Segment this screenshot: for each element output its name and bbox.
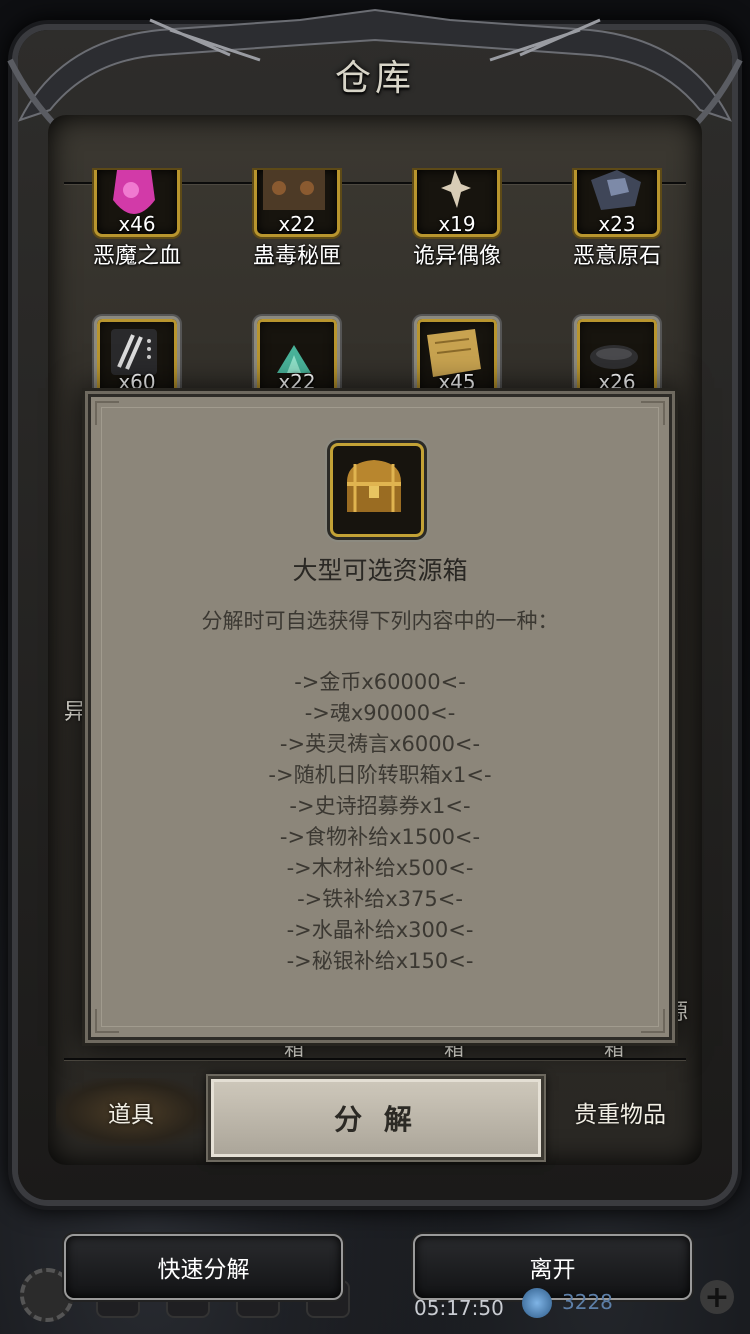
option-item: ->水晶补给x300<-: [286, 918, 474, 942]
leave-button[interactable]: 离开: [413, 1234, 692, 1300]
popup-description: 分解时可自选获得下列内容中的一种：: [201, 609, 559, 633]
item-count: x26: [598, 370, 636, 394]
item-count: x45: [438, 370, 476, 394]
inventory-item[interactable]: x19 诡异偶像: [413, 170, 501, 269]
option-item: ->秘银补给x150<-: [286, 949, 474, 973]
option-item: ->魂x90000<-: [304, 701, 456, 725]
button-label: 快速分解: [157, 1257, 250, 1283]
item-count: x19: [438, 212, 476, 236]
corner-ornament: [641, 401, 665, 425]
popup-item-slot: [330, 443, 424, 537]
option-item: ->史诗招募券x1<-: [289, 794, 471, 818]
option-item: ->食物补给x1500<-: [279, 825, 481, 849]
treasure-chest-icon: [347, 460, 401, 512]
inventory-item[interactable]: x60: [94, 316, 180, 398]
quick-decompose-button[interactable]: 快速分解: [64, 1234, 343, 1300]
popup-title: 大型可选资源箱: [292, 556, 468, 585]
corner-ornament: [641, 1009, 665, 1033]
inventory-item[interactable]: x45: [414, 316, 500, 398]
inventory-item[interactable]: x23 恶意原石: [573, 170, 661, 269]
option-item: ->随机日阶转职箱x1<-: [268, 763, 492, 787]
item-name: 诡异偶像: [412, 244, 501, 269]
title-plate: 仓库: [300, 40, 450, 110]
item-count: x22: [278, 212, 316, 236]
tab-valuables[interactable]: 贵重物品: [545, 1078, 695, 1146]
corner-ornament: [95, 401, 119, 425]
tab-label: 道具: [108, 1102, 154, 1128]
item-count: x22: [278, 370, 316, 394]
plus-icon[interactable]: +: [700, 1280, 734, 1315]
divider: [64, 1058, 686, 1061]
item-name: 恶魔之血: [92, 244, 181, 269]
inventory-item[interactable]: x46 恶魔之血: [93, 170, 181, 269]
item-count: x60: [118, 370, 156, 394]
decompose-label: 分 解: [334, 1103, 418, 1136]
tab-label: 贵重物品: [574, 1102, 666, 1128]
inventory-item[interactable]: x26: [574, 316, 660, 398]
item-name-partial: 异: [64, 700, 87, 725]
option-item: ->铁补给x375<-: [297, 887, 463, 911]
page-title: 仓库: [334, 58, 415, 99]
option-item: ->金币x60000<-: [294, 670, 466, 694]
inventory-item[interactable]: x22: [254, 316, 340, 398]
option-item: ->木材补给x500<-: [286, 856, 474, 880]
option-list: ->金币x60000<- ->魂x90000<- ->英灵祷言x6000<- -…: [91, 667, 669, 977]
item-count: x23: [598, 212, 636, 236]
decompose-button[interactable]: 分 解: [208, 1076, 544, 1160]
item-name: 恶意原石: [572, 244, 661, 269]
game-time: 05:17:50: [414, 1296, 504, 1320]
corner-ornament: [95, 1009, 119, 1033]
button-label: 离开: [529, 1257, 576, 1283]
item-name: 蛊毒秘匣: [252, 244, 341, 269]
item-detail-popup[interactable]: 大型可选资源箱 分解时可自选获得下列内容中的一种： ->金币x60000<- -…: [88, 394, 672, 1040]
tab-items[interactable]: 道具: [56, 1078, 206, 1146]
gem-icon: [522, 1288, 552, 1318]
option-item: ->英灵祷言x6000<-: [279, 732, 481, 756]
item-count: x46: [118, 212, 156, 236]
inventory-item[interactable]: x22 蛊毒秘匣: [253, 170, 341, 269]
gem-count: 3228: [562, 1290, 613, 1314]
